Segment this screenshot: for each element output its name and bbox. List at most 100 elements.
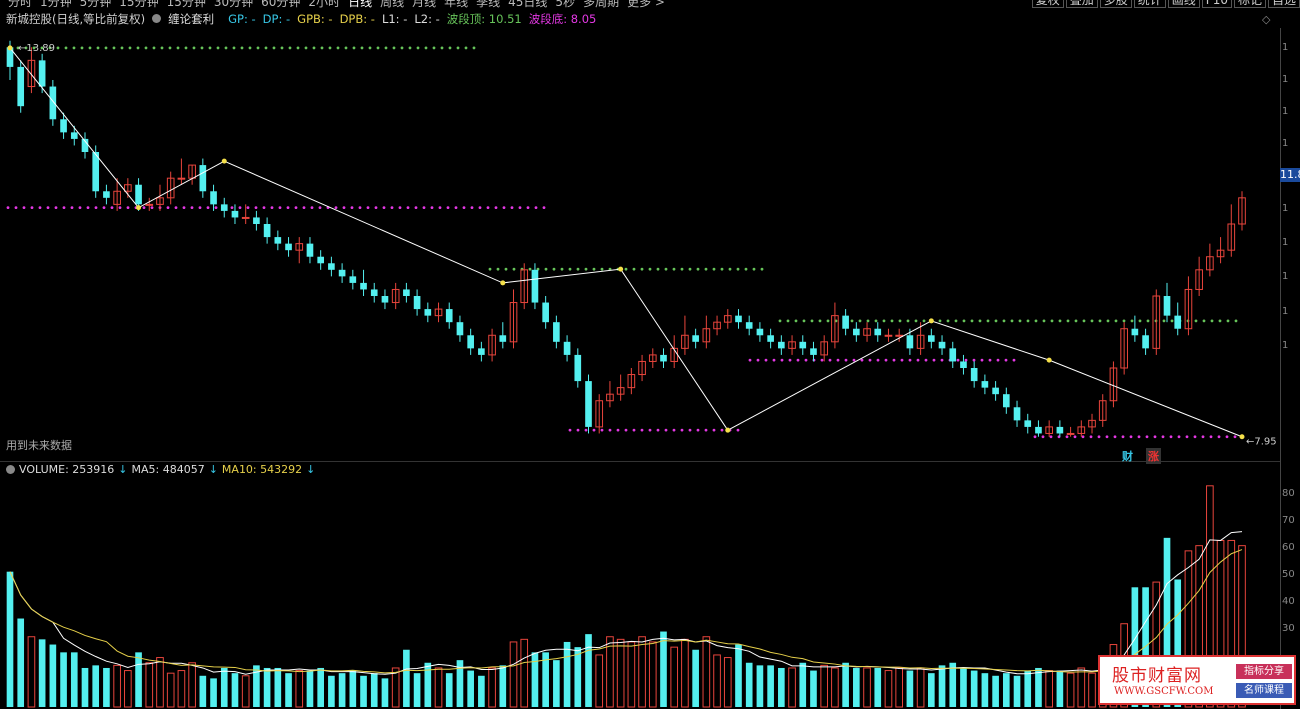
candle-body — [274, 237, 282, 244]
magenta-level-dot — [86, 206, 90, 210]
green-level-dot — [744, 267, 748, 271]
finance-badge[interactable]: 财 — [1122, 448, 1133, 464]
candlestick-chart[interactable]: ←13.89 ←7.95 — [0, 0, 1280, 709]
candle-body — [970, 368, 978, 382]
magenta-level-dot — [780, 358, 784, 362]
green-level-dot — [416, 46, 420, 50]
magenta-level-dot — [764, 358, 768, 362]
magenta-level-dot — [704, 428, 708, 432]
magenta-level-dot — [796, 358, 800, 362]
green-level-dot — [970, 319, 974, 323]
magenta-level-dot — [632, 428, 636, 432]
magenta-level-dot — [820, 358, 824, 362]
green-level-dot — [464, 46, 468, 50]
volume-bar — [1024, 670, 1032, 707]
magenta-level-dot — [342, 206, 346, 210]
candle-body — [692, 335, 699, 342]
green-level-dot — [1098, 319, 1102, 323]
volume-bar — [895, 667, 904, 708]
candle-body — [906, 335, 914, 349]
volume-settings-icon[interactable] — [6, 465, 15, 474]
candle-body — [992, 387, 999, 395]
zigzag-pivot — [1046, 357, 1052, 363]
pane-divider[interactable] — [0, 461, 1280, 462]
price-tick: 1 — [1282, 306, 1289, 317]
volume-bar — [27, 636, 36, 708]
volume-bar — [467, 670, 474, 707]
magenta-level-dot — [166, 206, 170, 210]
green-level-dot — [720, 267, 724, 271]
volume-bar — [370, 673, 378, 707]
magenta-level-dot — [712, 428, 716, 432]
volume-bar — [916, 667, 925, 708]
magenta-level-dot — [892, 358, 896, 362]
magenta-level-dot — [150, 206, 154, 210]
rise-badge[interactable]: 涨 — [1146, 448, 1161, 464]
volume-bar — [360, 675, 367, 707]
green-level-dot — [192, 46, 196, 50]
green-level-dot — [360, 46, 364, 50]
volume-bar — [241, 675, 250, 708]
candle-body — [542, 302, 549, 323]
magenta-level-dot — [454, 206, 458, 210]
green-level-dot — [528, 267, 532, 271]
magenta-level-dot — [46, 206, 50, 210]
green-level-dot — [472, 46, 476, 50]
green-level-dot — [240, 46, 244, 50]
candle-body — [241, 216, 250, 219]
volume-bar — [210, 678, 217, 707]
magenta-level-dot — [1049, 435, 1053, 439]
volume-bar — [553, 660, 560, 707]
magenta-level-dot — [30, 206, 34, 210]
magenta-level-dot — [494, 206, 498, 210]
magenta-level-dot — [510, 206, 514, 210]
magenta-level-dot — [1097, 435, 1101, 439]
green-level-dot — [144, 46, 148, 50]
magenta-level-dot — [836, 358, 840, 362]
magenta-level-dot — [640, 428, 644, 432]
magenta-level-dot — [696, 428, 700, 432]
candle-body — [17, 66, 25, 107]
green-level-dot — [728, 267, 732, 271]
magenta-level-dot — [478, 206, 482, 210]
volume-bar — [17, 618, 25, 707]
volume-bar — [938, 665, 946, 707]
magenta-level-dot — [1137, 435, 1141, 439]
green-level-dot — [1226, 319, 1230, 323]
green-level-dot — [704, 267, 708, 271]
green-level-dot — [440, 46, 444, 50]
green-level-dot — [1218, 319, 1222, 323]
volume-tick: 80 — [1282, 488, 1295, 499]
volume-bar — [1013, 675, 1021, 707]
magenta-level-dot — [1233, 435, 1237, 439]
magenta-level-dot — [294, 206, 298, 210]
green-level-dot — [1050, 319, 1054, 323]
magenta-level-dot — [584, 428, 588, 432]
candle-body — [403, 289, 410, 296]
volume-bar — [445, 673, 453, 707]
volume-bar — [403, 649, 410, 707]
volume-bar — [199, 675, 207, 707]
green-level-dot — [424, 46, 428, 50]
volume-bar — [488, 667, 496, 708]
green-level-dot — [1066, 319, 1070, 323]
green-level-dot — [994, 319, 998, 323]
candle-body — [38, 60, 46, 87]
volume-bar — [810, 670, 817, 707]
green-level-dot — [136, 46, 140, 50]
magenta-level-dot — [932, 358, 936, 362]
magenta-level-dot — [366, 206, 370, 210]
green-level-dot — [664, 267, 668, 271]
zigzag-pivot — [725, 427, 731, 433]
green-level-dot — [1058, 319, 1062, 323]
magenta-level-dot — [142, 206, 146, 210]
candle-body — [199, 165, 207, 192]
magenta-level-dot — [318, 206, 322, 210]
green-level-dot — [600, 267, 604, 271]
green-level-dot — [280, 46, 284, 50]
green-level-dot — [882, 319, 886, 323]
candle-body — [210, 191, 217, 205]
magenta-level-dot — [38, 206, 42, 210]
magenta-level-dot — [680, 428, 684, 432]
candle-body — [1056, 426, 1064, 434]
